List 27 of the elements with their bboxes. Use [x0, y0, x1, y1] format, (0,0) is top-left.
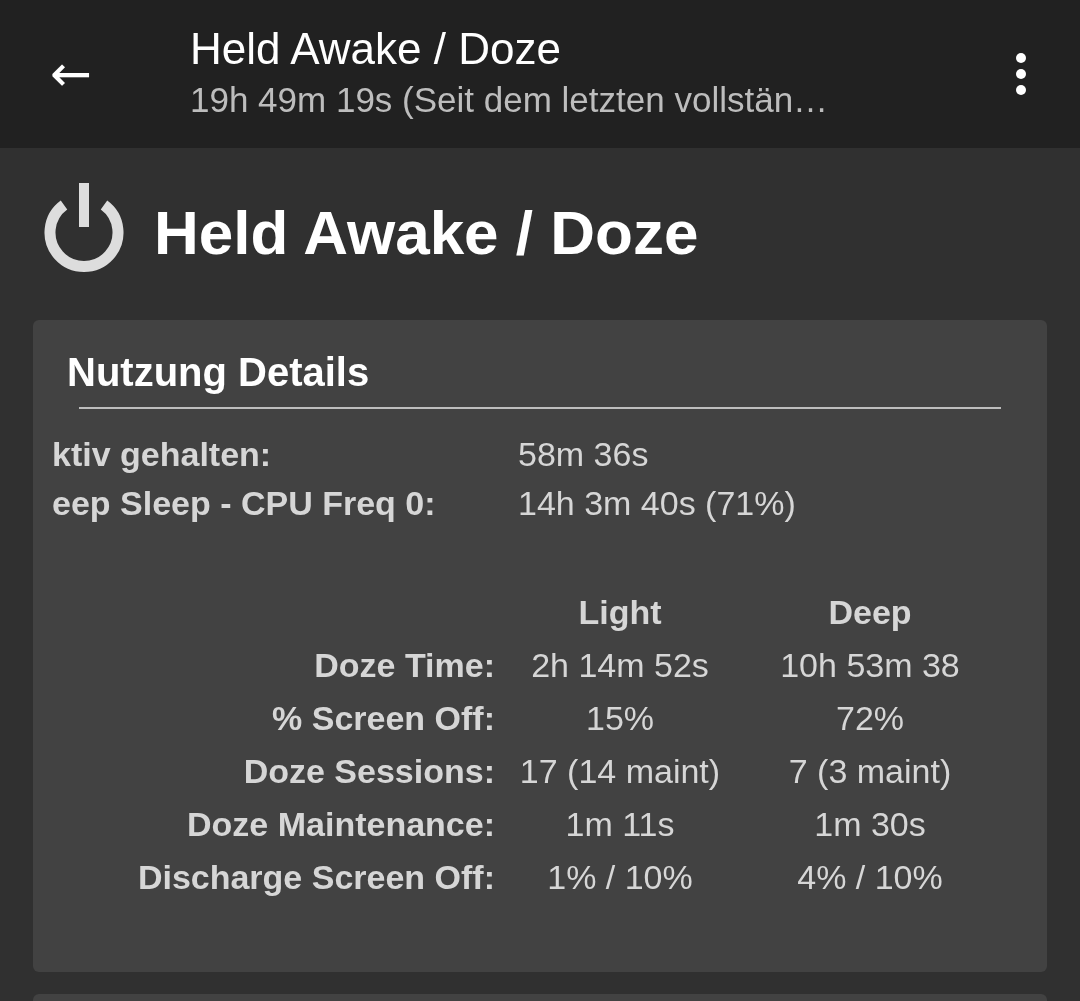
column-header: Light [577, 593, 663, 632]
stat-value: 14h 3m 40s (71%) [518, 484, 797, 523]
page-title: Held Awake / Doze [154, 196, 699, 268]
card-title: Nutzung Details [66, 350, 371, 395]
row-label: % Screen Off: [271, 699, 495, 738]
more-menu-icon[interactable] [1014, 52, 1028, 96]
back-button[interactable]: ← [0, 49, 150, 99]
row-label: Doze Maintenance: [186, 805, 495, 844]
stat-label: ktiv gehalten: [52, 435, 273, 474]
row-label: Discharge Screen Off: [136, 858, 495, 897]
toolbar-subtitle: 19h 49m 19s (Seit dem letzten vollstän… [190, 80, 830, 120]
row-label: Doze Time: [313, 646, 495, 685]
stat-value: 58m 36s [518, 435, 650, 474]
table-cell-text: 4% / 10% [796, 858, 944, 897]
column-header: Deep [827, 593, 913, 632]
toolbar-title: Held Awake / Doze [190, 24, 562, 74]
stat-label: eep Sleep - CPU Freq 0: [52, 484, 437, 523]
table-cell-text: 10h 53m 38 [779, 646, 961, 685]
table-cell-text: 1% / 10% [546, 858, 694, 897]
table-cell-text: 17 (14 maint) [518, 752, 722, 791]
table-cell-text: 2h 14m 52s [530, 646, 710, 685]
table-cell-text: 1m 11s [564, 805, 676, 844]
table-cell-text: 7 (3 maint) [787, 752, 953, 791]
row-label: Doze Sessions: [242, 752, 495, 791]
table-cell-text: 15% [584, 699, 656, 738]
table-cell-text: 72% [834, 699, 906, 738]
table-cell-text: 1m 30s [813, 805, 927, 844]
